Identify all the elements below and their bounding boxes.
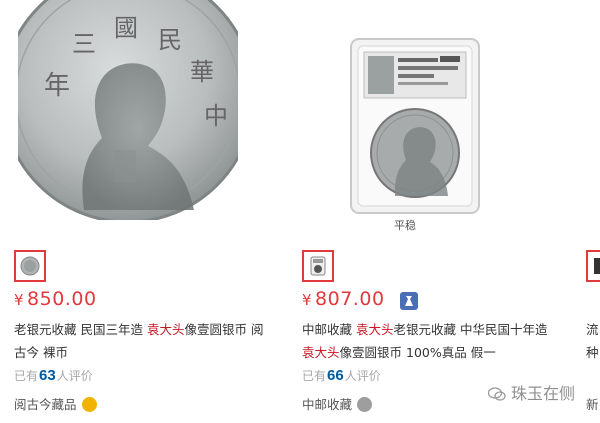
product-comments[interactable]: 已有66人评价 — [302, 367, 381, 384]
svg-text:華: 華 — [190, 58, 214, 86]
product-title[interactable]: 老银元收藏 民国三年造 袁大头像壹圆银币 阅古今 裸币 — [14, 318, 269, 364]
product-thumbnail[interactable] — [14, 250, 46, 282]
shop-badge-icon — [357, 397, 373, 412]
product-price: ¥807.00 — [302, 288, 385, 310]
product-title[interactable]: 中邮收藏 袁大头老银元收藏 中华民国十年造 袁大头像壹圆银币 100%真品 假一 — [302, 318, 557, 364]
watermark: 珠玉在侧 — [488, 380, 575, 404]
wechat-logo-icon — [488, 387, 506, 401]
svg-text:三: 三 — [72, 30, 96, 58]
coin-thumbnail-icon — [20, 256, 40, 276]
product-thumbnail[interactable] — [586, 250, 600, 282]
product-card-1: 年 三 國 民 華 中 ¥850.00 老银元收藏 民国三年造 袁大头像壹圆银币… — [0, 0, 270, 423]
shop-name[interactable]: 阅古今藏品 — [14, 394, 97, 413]
product-card-2: 平稳 ¥807.00 中邮收藏 袁大头老银元收藏 中华民国十年造 袁大头像壹圆银… — [290, 0, 560, 423]
image-caption: 平稳 — [388, 216, 422, 234]
product-image-slab[interactable] — [350, 38, 480, 214]
product-price: ¥850.00 — [14, 288, 97, 310]
product-title[interactable]: 流 种 — [586, 318, 600, 364]
svg-text:年: 年 — [44, 71, 70, 101]
product-thumbnail-icon — [594, 258, 600, 274]
svg-text:國: 國 — [114, 14, 138, 42]
shop-badge-icon — [81, 397, 97, 412]
slab-thumbnail-icon — [310, 256, 326, 276]
svg-text:中: 中 — [204, 102, 228, 130]
product-thumbnail[interactable] — [302, 250, 334, 282]
gift-icon[interactable] — [400, 292, 418, 310]
shop-name[interactable]: 中邮收藏 — [302, 394, 373, 413]
product-card-3: 流 种 新 — [580, 0, 600, 423]
product-comments[interactable]: 已有63人评价 — [14, 367, 93, 384]
svg-text:民: 民 — [158, 26, 182, 54]
shop-name[interactable]: 新 — [586, 394, 599, 413]
product-image-coin[interactable]: 年 三 國 民 華 中 — [18, 0, 238, 220]
